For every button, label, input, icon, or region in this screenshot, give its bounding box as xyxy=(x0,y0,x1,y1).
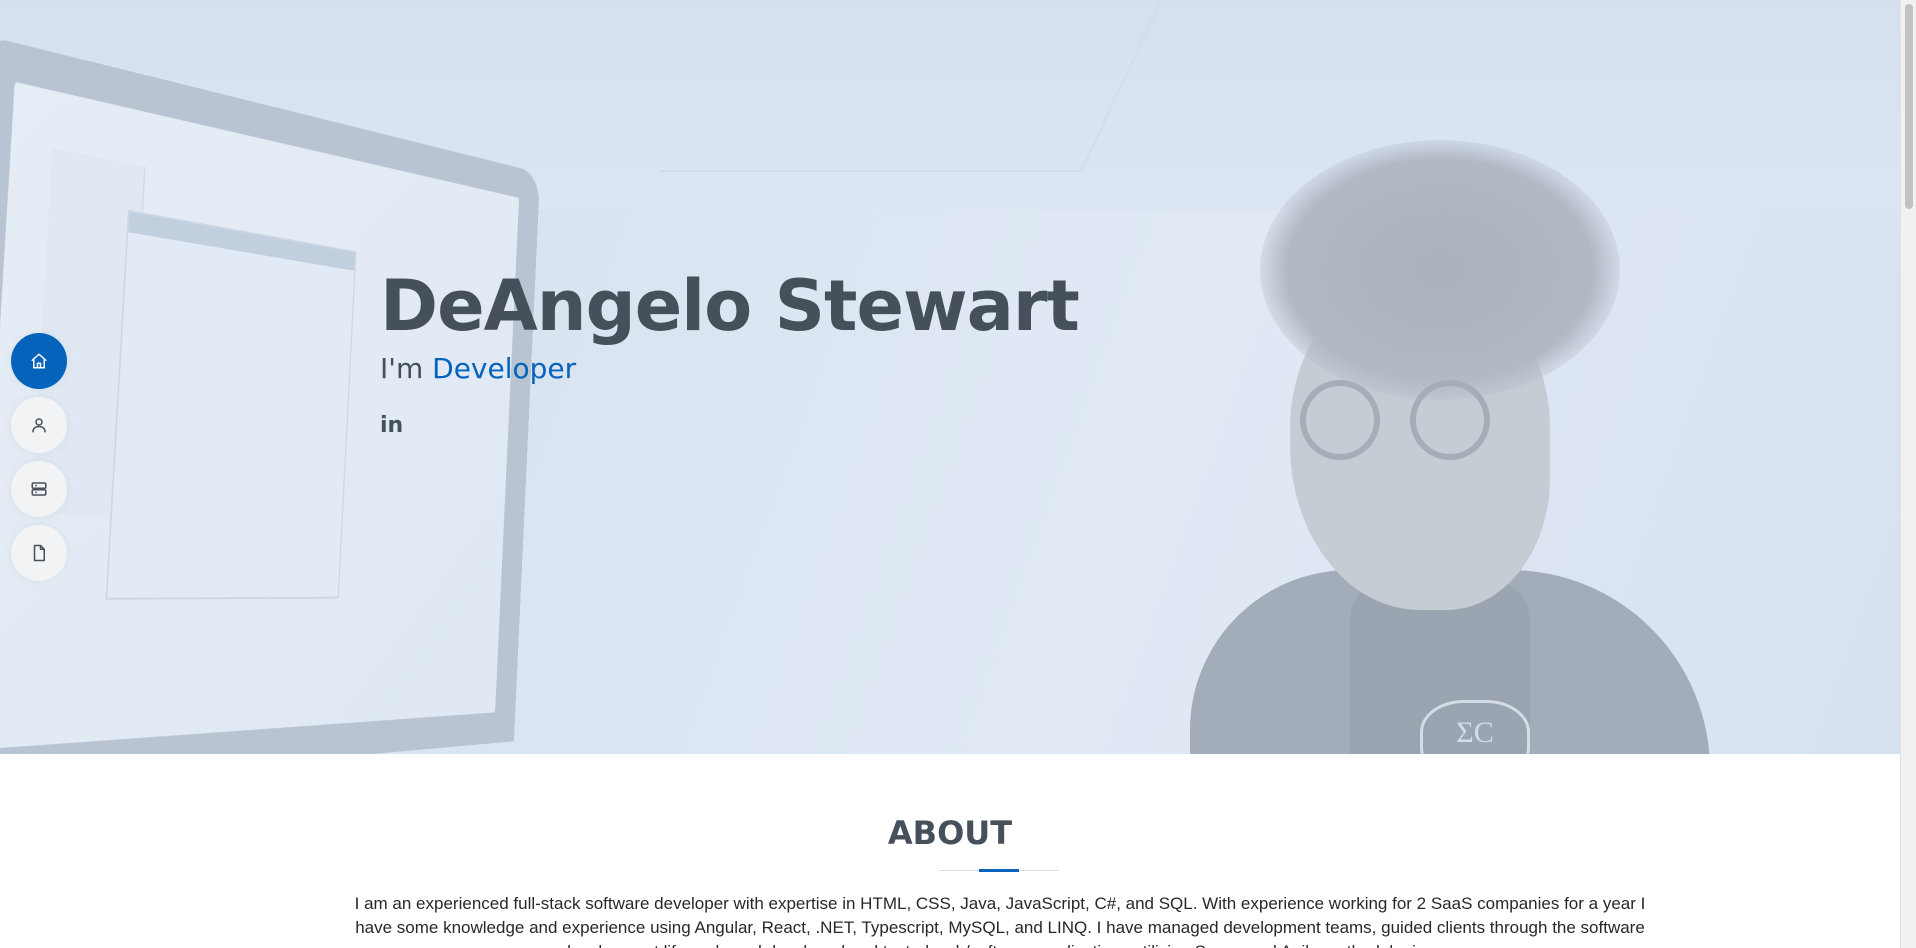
nav-home-button[interactable] xyxy=(11,333,67,389)
about-text: I am an experienced full-stack software … xyxy=(350,892,1650,948)
hero-name: DeAngelo Stewart xyxy=(380,262,1079,350)
about-title-accent xyxy=(979,869,1019,872)
person-icon xyxy=(30,416,48,434)
hero-subtitle: I'm Developer xyxy=(380,352,1079,385)
home-icon xyxy=(30,352,48,370)
nav-portfolio-button[interactable] xyxy=(11,525,67,581)
scrollbar-thumb[interactable] xyxy=(1905,4,1913,209)
nav-resume-button[interactable] xyxy=(11,461,67,517)
file-icon xyxy=(30,544,48,562)
hero-role-typed: Developer xyxy=(432,352,576,385)
nav-about-button[interactable] xyxy=(11,397,67,453)
hero-subtitle-prefix: I'm xyxy=(380,352,432,385)
side-nav xyxy=(11,333,67,589)
page-scrollbar[interactable] xyxy=(1900,0,1916,948)
about-section: ABOUT I am an experienced full-stack sof… xyxy=(0,754,1900,948)
social-links: in xyxy=(380,413,1079,439)
linkedin-icon[interactable]: in xyxy=(380,413,406,439)
hero-section: ΣC DeAngelo Stewart I'm Developer in xyxy=(0,0,1900,754)
server-icon xyxy=(30,480,48,498)
hero-text: DeAngelo Stewart I'm Developer in xyxy=(380,262,1079,439)
about-title: ABOUT xyxy=(0,814,1900,852)
